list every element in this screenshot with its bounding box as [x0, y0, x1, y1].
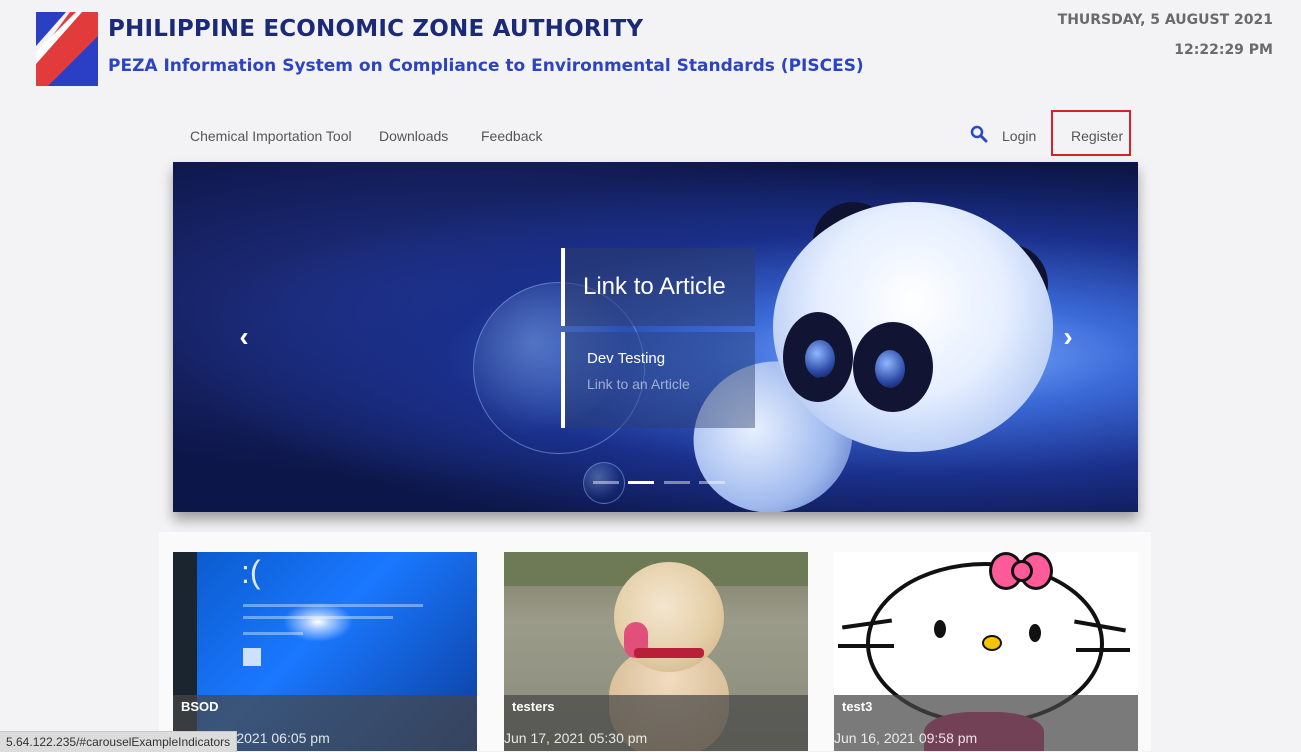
kitty-nose	[982, 635, 1002, 651]
qr-code-icon	[243, 648, 261, 666]
kitty-bow	[989, 552, 1053, 590]
camera-flare	[283, 602, 353, 642]
carousel-indicator-2[interactable]	[628, 481, 655, 484]
kitty-eye	[934, 620, 946, 638]
search-icon[interactable]	[970, 125, 988, 143]
org-title: PHILIPPINE ECONOMIC ZONE AUTHORITY	[108, 16, 644, 42]
nav-item-feedback[interactable]: Feedback	[481, 128, 542, 144]
carousel-indicators	[593, 481, 730, 487]
site-header: PHILIPPINE ECONOMIC ZONE AUTHORITY PEZA …	[0, 0, 1301, 105]
dog-harness	[634, 648, 704, 658]
chevron-left-icon[interactable]: ‹	[231, 322, 257, 352]
main-nav: Chemical Importation Tool Downloads Feed…	[0, 110, 1301, 160]
card-title: BSOD	[181, 699, 219, 714]
article-cards: :( BSOD 17, 2021 06:05 pm testers Jun 17…	[159, 532, 1151, 751]
chevron-right-icon[interactable]: ›	[1055, 322, 1081, 352]
card-title: test3	[842, 699, 873, 714]
current-date: THURSDAY, 5 AUGUST 2021	[1057, 12, 1273, 28]
current-time: 12:22:29 PM	[1174, 42, 1273, 58]
caption-title[interactable]: Link to Article	[583, 273, 726, 301]
nav-item-downloads[interactable]: Downloads	[379, 128, 448, 144]
system-name: PEZA Information System on Compliance to…	[108, 56, 864, 76]
caption-subtitle: Dev Testing	[587, 350, 666, 367]
nav-item-chemical-importation-tool[interactable]: Chemical Importation Tool	[190, 128, 352, 144]
carousel-indicator-1[interactable]	[593, 481, 619, 484]
kitty-whisker	[1076, 648, 1130, 652]
login-link[interactable]: Login	[1002, 128, 1036, 144]
register-link[interactable]: Register	[1071, 128, 1123, 144]
card-title: testers	[512, 699, 555, 714]
bsod-frown: :(	[241, 554, 261, 590]
card-date: Jun 16, 2021 09:58 pm	[834, 730, 978, 746]
carousel-indicator-3[interactable]	[663, 481, 690, 484]
carousel-caption: Link to Article Dev Testing Link to an A…	[561, 248, 755, 428]
browser-status-url: 5.64.122.235/#carouselExampleIndicators	[0, 731, 238, 752]
kitty-eye	[1029, 624, 1041, 642]
caption-link[interactable]: Link to an Article	[587, 376, 690, 392]
article-card[interactable]: :( BSOD 17, 2021 06:05 pm	[173, 552, 477, 751]
kitty-whisker	[838, 644, 894, 648]
panda-nose	[813, 377, 831, 399]
article-card[interactable]: test3 Jun 16, 2021 09:58 pm	[834, 552, 1138, 751]
article-carousel[interactable]: Link to Article Dev Testing Link to an A…	[173, 162, 1138, 512]
article-card[interactable]: testers Jun 17, 2021 05:30 pm	[504, 552, 808, 751]
peza-logo	[36, 12, 98, 86]
card-date: Jun 17, 2021 05:30 pm	[504, 730, 648, 746]
carousel-indicator-4[interactable]	[699, 481, 726, 484]
panda-eye	[853, 322, 933, 412]
